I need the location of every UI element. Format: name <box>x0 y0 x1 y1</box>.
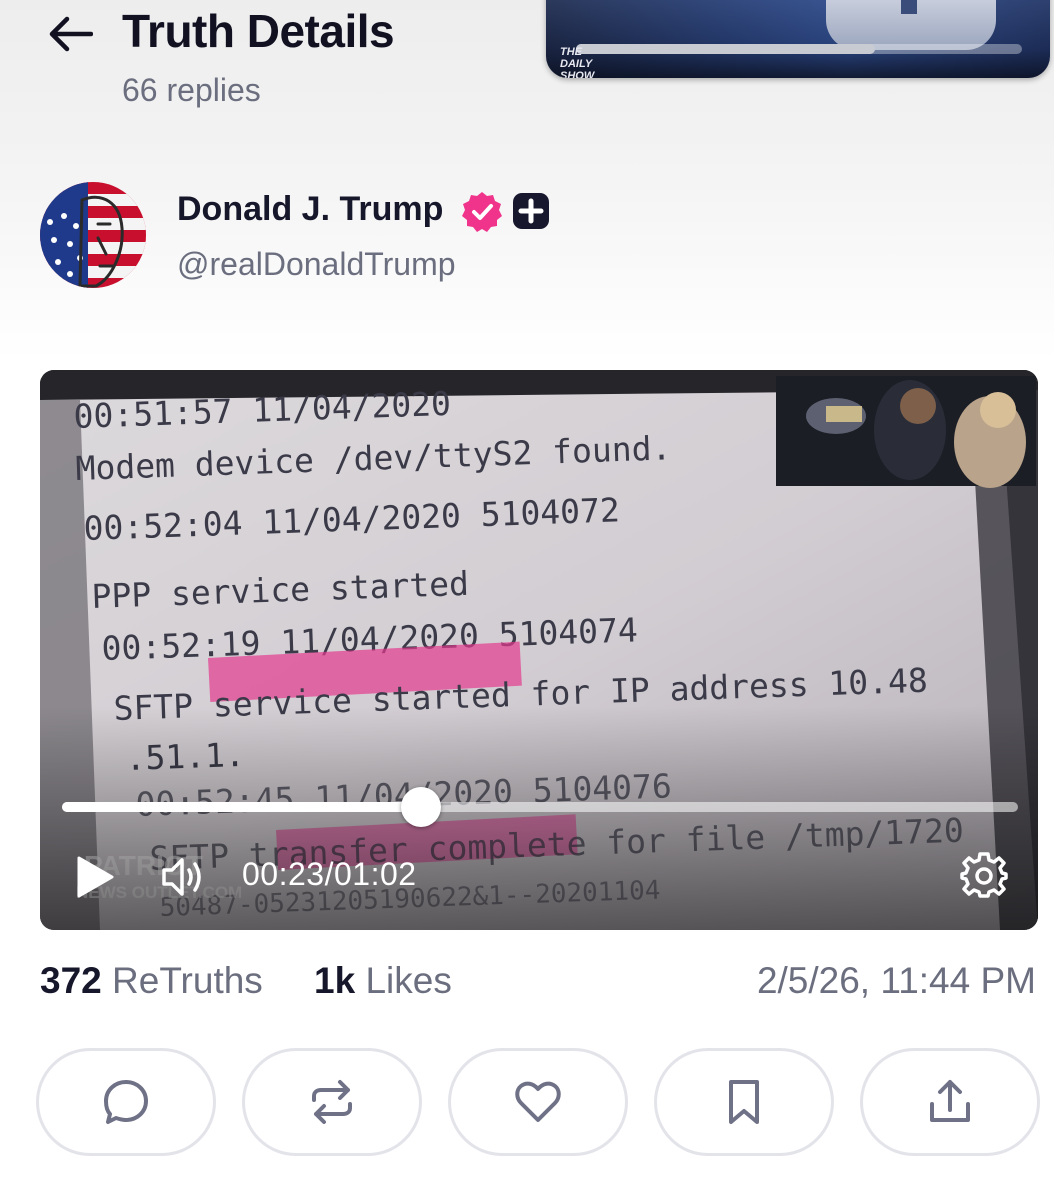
reply-button[interactable] <box>36 1048 216 1156</box>
svg-text:.51.1.: .51.1. <box>125 735 246 778</box>
author-avatar[interactable] <box>40 182 146 288</box>
bookmark-icon <box>729 1080 759 1124</box>
page-title: Truth Details <box>122 5 395 57</box>
settings-button[interactable] <box>960 852 1008 900</box>
author-handle[interactable]: @realDonaldTrump <box>177 246 456 283</box>
reply-count: 66 replies <box>122 72 261 108</box>
mini-player-progress <box>576 44 1022 54</box>
post-timestamp: 2/5/26, 11:44 PM <box>756 960 1036 1001</box>
comment-icon <box>104 1080 148 1124</box>
share-button[interactable] <box>860 1048 1040 1156</box>
likes-count[interactable]: 1k Likes <box>314 960 452 1002</box>
volume-icon <box>162 858 201 896</box>
plus-badge-icon <box>513 193 549 229</box>
video-time-readout: 00:23/01:02 <box>242 856 417 893</box>
arrow-left-icon <box>49 16 93 52</box>
video-player[interactable]: 00:51:57 11/04/2020 Modem device /dev/tt… <box>40 370 1038 930</box>
play-button[interactable] <box>72 854 118 900</box>
video-duration: 01:02 <box>333 856 417 892</box>
heart-icon <box>515 1081 561 1122</box>
video-frame: 00:51:57 11/04/2020 Modem device /dev/tt… <box>40 370 1038 930</box>
avatar-image <box>40 182 146 288</box>
author-name[interactable]: Donald J. Trump <box>177 190 443 229</box>
truth-details-screen: Truth Details 66 replies THE DAILY SHOW <box>0 0 1054 1200</box>
retruths-count[interactable]: 372 ReTruths <box>40 960 263 1002</box>
video-progress-fill <box>62 802 421 812</box>
share-icon <box>930 1080 970 1122</box>
time-separator: / <box>324 856 334 892</box>
volume-button[interactable] <box>160 852 210 902</box>
mini-player-logo: THE DAILY SHOW <box>560 46 595 78</box>
like-button[interactable] <box>448 1048 628 1156</box>
current-time: 00:23 <box>242 856 325 892</box>
repost-icon <box>312 1080 352 1124</box>
video-scrubber-handle[interactable] <box>400 787 441 827</box>
play-icon <box>77 856 114 898</box>
mini-player-progress-fill <box>576 44 875 54</box>
bookmark-button[interactable] <box>654 1048 834 1156</box>
gear-icon <box>960 852 1008 898</box>
verified-badge-icon <box>462 192 502 232</box>
video-scrubber[interactable] <box>62 787 1018 827</box>
mini-video-player[interactable]: THE DAILY SHOW <box>546 0 1050 78</box>
back-button[interactable] <box>44 8 96 60</box>
retruth-button[interactable] <box>242 1048 422 1156</box>
